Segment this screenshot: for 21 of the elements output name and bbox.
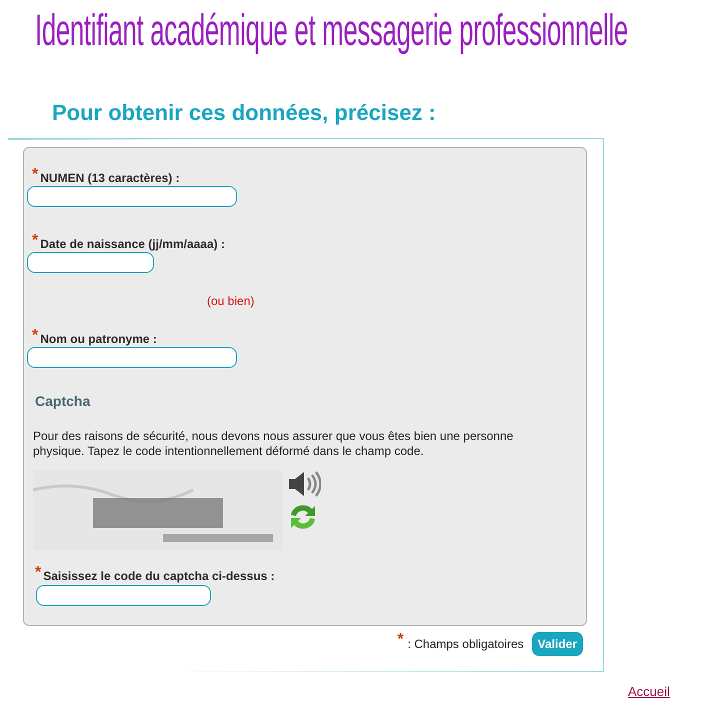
- required-mark: *: [32, 234, 38, 248]
- input-field[interactable]: [27, 347, 237, 368]
- input-field[interactable]: [36, 585, 211, 606]
- field-label: Saisissez le code du captcha ci-dessus :: [43, 568, 275, 584]
- field-label: Date de naissance (jj/mm/aaaa) :: [40, 236, 225, 252]
- field-label: Nom ou patronyme :: [40, 331, 157, 347]
- captcha-instructions: Pour des raisons de sécurité, nous devons nous assurer que vous êtes bien une personne physique. Tapez le code intentionnellement déformé dans le champ code.: [33, 429, 514, 459]
- page-title: Identifiant académique et messagerie professionnelle: [35, 6, 628, 56]
- input-field[interactable]: [27, 252, 154, 273]
- required-mark: *: [32, 168, 38, 182]
- home-link[interactable]: Accueil: [628, 682, 670, 702]
- separator-text: (ou bien): [207, 293, 254, 310]
- input-field[interactable]: [27, 186, 237, 207]
- required-mark: *: [397, 633, 404, 647]
- section-heading: Pour obtenir ces données, précisez :: [52, 99, 436, 127]
- captcha-heading: Captcha: [35, 392, 90, 411]
- required-mark: *: [32, 329, 38, 343]
- field-label: NUMEN (13 caractères) :: [40, 170, 180, 186]
- required-mark: *: [35, 566, 42, 580]
- speaker-icon[interactable]: [287, 470, 321, 498]
- legend-text: : Champs obligatoires: [408, 636, 524, 653]
